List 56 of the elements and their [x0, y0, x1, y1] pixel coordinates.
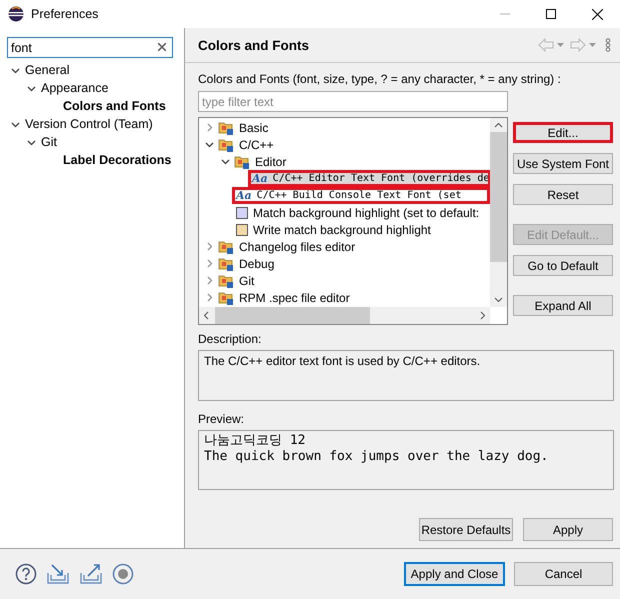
- folder-icon: [218, 273, 234, 288]
- folder-icon: [218, 120, 234, 135]
- record-icon[interactable]: [112, 563, 134, 585]
- maximize-icon[interactable]: [546, 9, 556, 19]
- filter-field[interactable]: type filter text: [198, 91, 508, 112]
- tree-item[interactable]: Aa C/C++ Build Console Text Font (set: [232, 187, 490, 204]
- preview-label: Preview:: [198, 412, 246, 426]
- tree-item[interactable]: Write match background highlight: [253, 222, 431, 236]
- action-button[interactable]: Reset: [513, 184, 613, 205]
- folder-icon: [218, 256, 234, 271]
- help-icon[interactable]: [15, 563, 37, 585]
- font-icon: Aa: [252, 172, 268, 185]
- tree-item[interactable]: Changelog files editor: [239, 240, 356, 254]
- intro-text: Colors and Fonts (font, size, type, ? = any character, * = any string) :: [198, 72, 562, 86]
- preview-text: The quick brown fox jumps over the lazy dog.: [204, 449, 550, 465]
- tree-item[interactable]: Debug: [239, 256, 274, 270]
- tree-item[interactable]: C/C++: [239, 138, 274, 152]
- page-title: Colors and Fonts: [198, 38, 310, 52]
- window-title: Preferences: [31, 7, 100, 21]
- tree-item[interactable]: Colors and Fonts: [63, 99, 166, 113]
- description-text: The C/C++ editor text font is used by C/C++ editors.: [204, 354, 480, 368]
- action-button[interactable]: Go to Default: [513, 255, 613, 276]
- preview-text: 나눔고딕코딩 12: [204, 433, 306, 449]
- action-button[interactable]: Use System Font: [513, 153, 613, 174]
- tree-item[interactable]: Appearance: [41, 81, 108, 95]
- search-field[interactable]: font: [7, 37, 173, 58]
- clear-icon[interactable]: [158, 43, 166, 51]
- horizontal-scrollbar[interactable]: [199, 307, 490, 324]
- folder-icon: [218, 137, 234, 152]
- vertical-scrollbar[interactable]: [490, 118, 507, 307]
- dialog-button[interactable]: Cancel: [514, 562, 613, 586]
- tree-item[interactable]: Basic: [239, 120, 268, 134]
- action-button[interactable]: Apply: [523, 518, 613, 541]
- tree-item[interactable]: RPM .spec file editor: [239, 290, 350, 304]
- app-logo-icon: [8, 6, 24, 22]
- import-icon[interactable]: [46, 563, 70, 585]
- tree-item[interactable]: Label Decorations: [63, 153, 172, 167]
- close-icon[interactable]: [592, 8, 602, 20]
- font-icon: Aa: [236, 189, 252, 202]
- folder-icon: [234, 154, 250, 169]
- action-button[interactable]: Edit...: [513, 122, 613, 143]
- folder-icon: [218, 290, 234, 305]
- tree-item[interactable]: Git: [239, 274, 254, 288]
- tree-item[interactable]: Match background highlight (set to default:: [253, 206, 480, 220]
- tree-item[interactable]: General: [25, 63, 70, 77]
- dialog-button[interactable]: Apply and Close: [404, 562, 505, 586]
- export-icon[interactable]: [79, 563, 103, 585]
- tree-item[interactable]: Version Control (Team): [25, 117, 153, 131]
- action-button[interactable]: Expand All: [513, 295, 613, 316]
- action-button[interactable]: Restore Defaults: [419, 518, 513, 541]
- chevron-right-icon[interactable]: [204, 123, 214, 132]
- more-icon[interactable]: [604, 38, 612, 52]
- tree-item[interactable]: Editor: [255, 154, 286, 168]
- tree-item[interactable]: Git: [41, 135, 57, 149]
- description-label: Description:: [198, 332, 262, 346]
- folder-icon: [218, 239, 234, 254]
